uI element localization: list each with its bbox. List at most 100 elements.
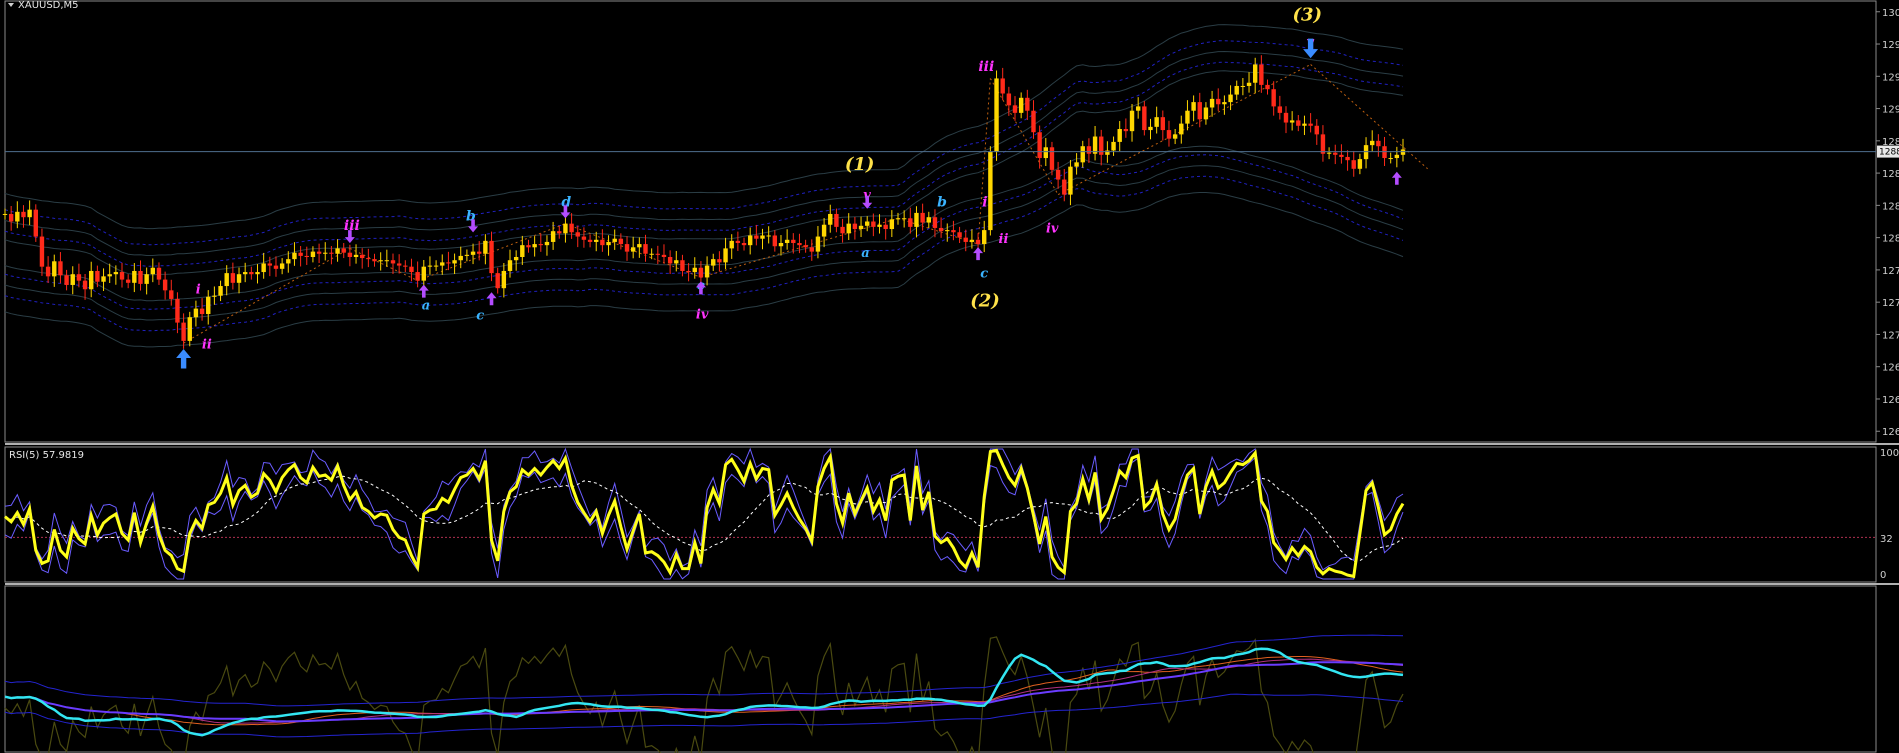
candle-body[interactable] bbox=[187, 317, 192, 341]
candle-body[interactable] bbox=[908, 218, 913, 227]
candle-body[interactable] bbox=[858, 225, 864, 230]
candle-body[interactable] bbox=[809, 247, 814, 252]
candle-body[interactable] bbox=[575, 232, 580, 237]
candle-body[interactable] bbox=[446, 262, 451, 264]
candle-body[interactable] bbox=[390, 260, 396, 264]
candle-body[interactable] bbox=[1031, 110, 1036, 133]
candle-body[interactable] bbox=[1246, 82, 1252, 86]
candle-body[interactable] bbox=[1160, 117, 1166, 131]
candle-body[interactable] bbox=[538, 244, 543, 246]
candle-body[interactable] bbox=[1179, 123, 1184, 135]
candle-body[interactable] bbox=[1055, 169, 1061, 180]
candle-body[interactable] bbox=[421, 266, 426, 281]
candle-body[interactable] bbox=[612, 238, 617, 242]
candle-body[interactable] bbox=[587, 239, 593, 242]
candle-body[interactable] bbox=[600, 239, 605, 246]
candle-body[interactable] bbox=[193, 308, 199, 318]
candle-body[interactable] bbox=[661, 254, 667, 257]
candle-body[interactable] bbox=[865, 221, 870, 226]
candle-body[interactable] bbox=[1277, 106, 1283, 113]
candle-body[interactable] bbox=[1185, 110, 1190, 124]
candle-body[interactable] bbox=[649, 253, 654, 255]
candle-body[interactable] bbox=[926, 217, 931, 223]
candle-body[interactable] bbox=[452, 260, 457, 264]
candle-body[interactable] bbox=[1037, 132, 1042, 159]
candle-body[interactable] bbox=[747, 235, 753, 246]
candle-body[interactable] bbox=[21, 211, 26, 218]
candle-body[interactable] bbox=[1400, 149, 1406, 155]
candle-body[interactable] bbox=[791, 239, 796, 244]
candle-body[interactable] bbox=[914, 212, 919, 227]
candle-body[interactable] bbox=[618, 238, 624, 245]
candle-body[interactable] bbox=[711, 259, 716, 266]
candle-body[interactable] bbox=[1394, 154, 1400, 159]
candle-body[interactable] bbox=[1228, 94, 1233, 103]
candle-body[interactable] bbox=[840, 226, 845, 234]
candle-body[interactable] bbox=[895, 218, 901, 220]
candle-body[interactable] bbox=[784, 239, 790, 244]
candle-body[interactable] bbox=[1203, 107, 1209, 120]
candle-body[interactable] bbox=[70, 274, 75, 285]
candle-body[interactable] bbox=[1154, 117, 1159, 127]
candle-body[interactable] bbox=[292, 252, 297, 260]
candle-body[interactable] bbox=[366, 258, 371, 260]
candle-body[interactable] bbox=[1320, 134, 1326, 154]
candle-body[interactable] bbox=[298, 252, 303, 256]
candle-body[interactable] bbox=[82, 280, 88, 290]
candle-body[interactable] bbox=[1086, 146, 1092, 154]
candle-body[interactable] bbox=[181, 322, 186, 341]
candle-body[interactable] bbox=[526, 245, 531, 248]
candle-body[interactable] bbox=[667, 256, 673, 264]
candle-body[interactable] bbox=[489, 240, 494, 274]
candle-body[interactable] bbox=[1166, 130, 1172, 139]
candle-body[interactable] bbox=[230, 273, 236, 283]
candle-body[interactable] bbox=[132, 270, 137, 283]
candle-body[interactable] bbox=[594, 239, 599, 242]
candle-body[interactable] bbox=[236, 274, 242, 283]
candle-body[interactable] bbox=[729, 240, 734, 249]
candle-body[interactable] bbox=[1025, 97, 1030, 111]
candle-body[interactable] bbox=[606, 241, 611, 246]
candle-body[interactable] bbox=[101, 276, 106, 282]
candle-body[interactable] bbox=[1222, 102, 1227, 105]
candle-body[interactable] bbox=[329, 252, 334, 254]
candle-body[interactable] bbox=[477, 251, 482, 254]
candle-body[interactable] bbox=[741, 243, 747, 246]
candle-body[interactable] bbox=[544, 241, 550, 246]
candle-body[interactable] bbox=[359, 254, 365, 259]
candle-body[interactable] bbox=[815, 236, 821, 252]
candle-body[interactable] bbox=[951, 230, 956, 233]
candle-body[interactable] bbox=[692, 267, 697, 273]
candle-body[interactable] bbox=[495, 273, 500, 289]
candle-body[interactable] bbox=[45, 266, 51, 277]
candle-body[interactable] bbox=[27, 209, 32, 218]
candle-body[interactable] bbox=[532, 244, 537, 248]
candle-body[interactable] bbox=[1252, 64, 1258, 83]
candle-body[interactable] bbox=[341, 248, 346, 253]
candle-body[interactable] bbox=[15, 211, 20, 222]
candle-body[interactable] bbox=[828, 213, 833, 225]
candle-body[interactable] bbox=[169, 290, 174, 299]
candle-body[interactable] bbox=[1382, 146, 1387, 159]
candle-body[interactable] bbox=[396, 263, 402, 266]
candle-body[interactable] bbox=[206, 296, 211, 315]
candle-body[interactable] bbox=[550, 231, 556, 242]
candle-body[interactable] bbox=[901, 218, 907, 220]
candle-body[interactable] bbox=[1043, 147, 1049, 159]
candle-body[interactable] bbox=[988, 151, 993, 231]
candle-body[interactable] bbox=[1326, 152, 1332, 154]
candle-body[interactable] bbox=[569, 223, 574, 233]
candle-body[interactable] bbox=[1191, 102, 1196, 111]
candle-body[interactable] bbox=[64, 275, 69, 285]
candle-body[interactable] bbox=[107, 274, 112, 277]
candle-body[interactable] bbox=[1351, 160, 1356, 169]
candle-body[interactable] bbox=[347, 252, 353, 257]
candle-body[interactable] bbox=[1339, 154, 1344, 157]
candle-body[interactable] bbox=[834, 213, 839, 227]
candle-body[interactable] bbox=[1172, 134, 1178, 139]
candle-body[interactable] bbox=[1129, 110, 1135, 132]
candle-body[interactable] bbox=[1370, 140, 1375, 146]
candle-body[interactable] bbox=[304, 255, 309, 257]
candle-body[interactable] bbox=[384, 260, 390, 262]
candle-body[interactable] bbox=[1068, 166, 1073, 195]
